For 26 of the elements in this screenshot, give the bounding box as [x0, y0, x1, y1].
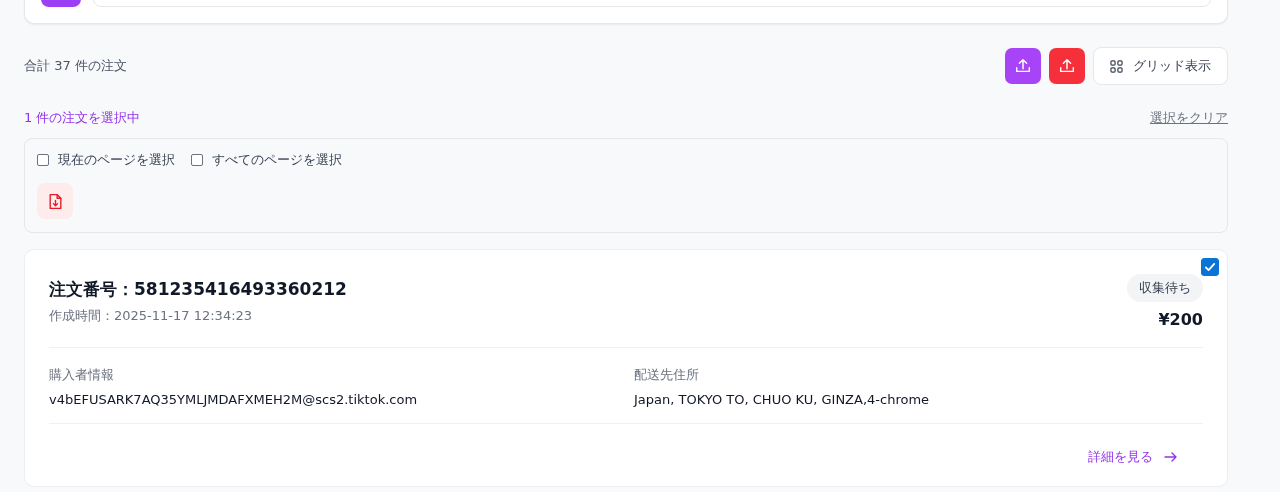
order-total: 合計 37 件の注文 [24, 57, 127, 75]
upload-button[interactable] [1049, 48, 1085, 84]
file-download-icon [46, 192, 64, 210]
field-label: 配送先住所 [634, 366, 700, 384]
checkbox-label[interactable]: 現在のページを選択 [58, 151, 175, 169]
upload-icon [1014, 57, 1032, 75]
checkbox-label[interactable]: すべてのページを選択 [212, 151, 342, 169]
grid-icon [1110, 59, 1123, 73]
upload-icon [1058, 57, 1076, 75]
upload-button[interactable] [1005, 48, 1041, 84]
check-icon [1203, 260, 1217, 274]
created-time: 作成時間：2025-11-17 12:34:23 [49, 307, 254, 325]
grid-view-button[interactable]: グリッド表示 [1093, 47, 1228, 85]
order-number: 注文番号：581235416493360212 [49, 278, 347, 301]
clear-selection-link[interactable]: 選択をクリア [1150, 109, 1228, 127]
checkbox[interactable] [1201, 258, 1219, 276]
field-value: Japan, TOKYO TO, CHUO KU, GINZA,4-chrome [634, 392, 931, 407]
order-amount: ¥200 [1158, 310, 1203, 329]
pdf-download-button[interactable] [37, 183, 73, 219]
selection-count: 1 件の注文を選択中 [24, 109, 141, 127]
field-value: v4bEFUSARK7AQ35YMLJMDAFXMEH2M@scs2.tiktok.com [49, 392, 419, 407]
checkbox[interactable] [191, 154, 203, 166]
details-link[interactable]: 詳細を見る [1088, 448, 1179, 466]
status-badge: 収集待ち [1127, 274, 1203, 302]
checkbox[interactable] [37, 154, 49, 166]
field-label: 購入者情報 [49, 366, 115, 384]
